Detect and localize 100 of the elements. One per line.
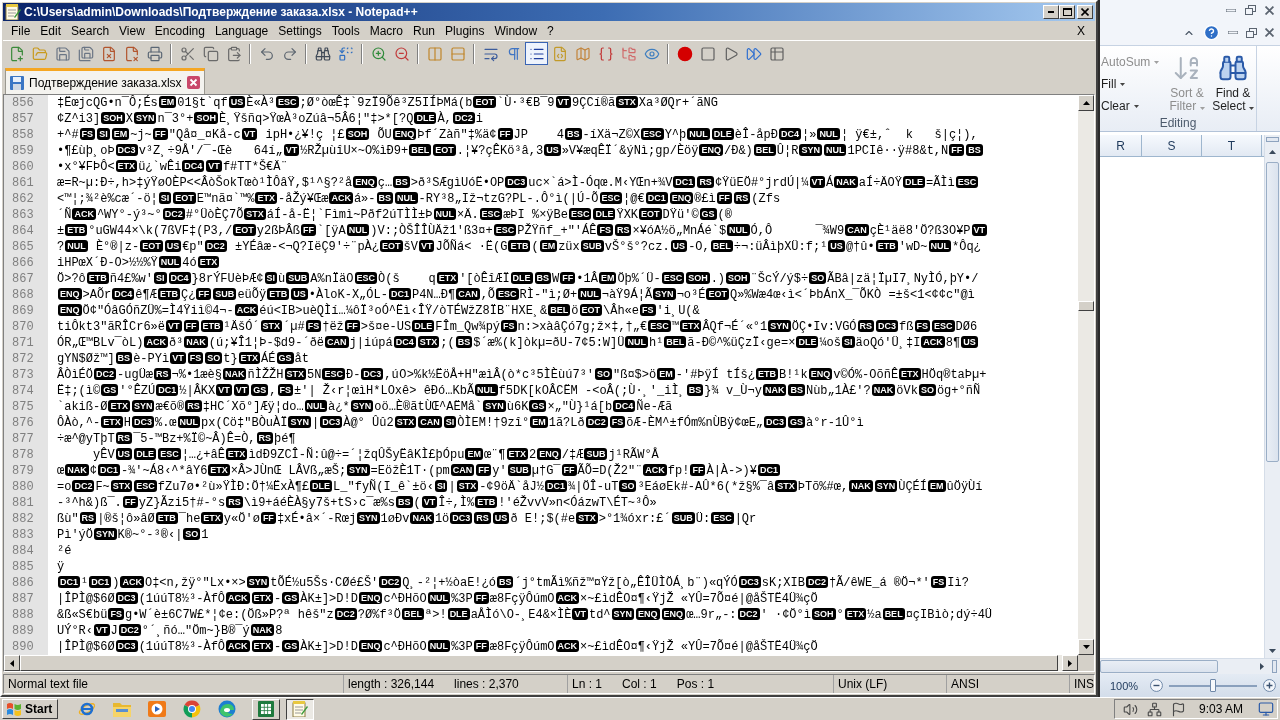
caret-icon xyxy=(1199,107,1205,110)
menu-item[interactable]: Encoding xyxy=(149,21,210,40)
flag-icon[interactable] xyxy=(1170,701,1186,717)
restore-button[interactable] xyxy=(1246,27,1257,38)
close-icon[interactable] xyxy=(186,76,200,89)
menu-item[interactable]: Edit xyxy=(35,21,67,40)
menu-item[interactable]: File xyxy=(6,21,36,40)
control-character: DC1 xyxy=(89,576,112,588)
code-text: À, xyxy=(437,112,452,126)
menu-item[interactable]: Run xyxy=(408,21,441,40)
control-character: ETX xyxy=(506,448,529,460)
code-text: ûÖÿÙí xyxy=(946,480,983,494)
menu-item[interactable]: ? xyxy=(542,21,559,40)
restore-button[interactable] xyxy=(1245,5,1256,15)
play-tile-icon[interactable] xyxy=(148,701,167,717)
zoom-slider-thumb[interactable] xyxy=(1210,678,1217,692)
code-text: Ü: xyxy=(695,512,711,526)
scroll-thumb[interactable] xyxy=(1100,660,1218,673)
split-handle[interactable] xyxy=(1266,137,1279,142)
maximize-button[interactable] xyxy=(1059,5,1075,19)
ribbon-button[interactable]: Clear xyxy=(1100,96,1164,116)
code-text: ÿ xyxy=(57,560,65,574)
column-header[interactable]: S xyxy=(1142,135,1202,156)
restore-icon xyxy=(1246,27,1257,38)
control-character: BS xyxy=(534,272,552,284)
control-character: ESC xyxy=(568,208,592,220)
control-character: RS xyxy=(115,432,133,444)
code-text: à°r-1Û°ì xyxy=(806,416,864,430)
code-text: >AÕr xyxy=(82,288,112,302)
menu-item[interactable]: Macro xyxy=(364,21,408,40)
toolbar-button[interactable] xyxy=(525,42,548,65)
code-text: 'i¸U(& xyxy=(656,304,700,318)
control-character: STX xyxy=(576,512,598,524)
menu-item[interactable]: Language xyxy=(209,21,274,40)
control-character: US xyxy=(492,512,510,524)
folder-icon[interactable] xyxy=(113,701,132,717)
control-character: SI xyxy=(842,336,855,348)
control-character: EOT xyxy=(233,224,256,236)
menu-item[interactable]: Settings xyxy=(273,21,327,40)
control-character: SI xyxy=(158,192,172,204)
code-text: >š¤e-US xyxy=(360,320,412,334)
code-text: f#TT*Š€Ä¨ xyxy=(222,160,288,174)
wave-logo-icon[interactable] xyxy=(218,700,237,718)
column-header[interactable]: R xyxy=(1100,135,1142,156)
menu-item[interactable]: Window xyxy=(489,21,543,40)
code-text: »V¥æqÊÏ´&ýNì;gp/Èöÿ xyxy=(561,144,699,158)
code-text: y2ßÞÂß xyxy=(256,224,300,238)
desktop-icon[interactable] xyxy=(1258,701,1274,717)
control-character: EM xyxy=(111,128,130,140)
code-text: A%nÏäO xyxy=(310,272,354,286)
folder-tree-icon xyxy=(620,45,637,62)
control-character: VT xyxy=(809,176,826,188)
column-header[interactable]: T xyxy=(1202,135,1262,156)
code-text: %3P xyxy=(451,592,473,606)
ribbon-button[interactable]: Find & Select xyxy=(1210,46,1256,116)
code-text: JP 4 xyxy=(513,128,564,142)
code-text: 8¶ xyxy=(945,336,961,350)
line-number: 878 xyxy=(11,447,35,463)
code-text: "Qå¤_¤Kå-c xyxy=(168,128,241,142)
control-character: SO xyxy=(918,384,936,396)
control-character: EOT xyxy=(639,208,662,220)
scroll-right-button[interactable] xyxy=(1062,655,1078,671)
scroll-up-button[interactable] xyxy=(1078,95,1094,111)
code-text: ÁÉ xyxy=(261,352,276,366)
control-character: SUB xyxy=(584,448,608,460)
scroll-down-button[interactable] xyxy=(1078,639,1094,655)
menu-item[interactable]: Plugins xyxy=(440,21,490,40)
code-text: /‡Æ xyxy=(561,448,584,462)
close-document-button[interactable]: X xyxy=(1072,21,1090,40)
menu-item[interactable]: Search xyxy=(66,21,115,40)
start-button[interactable]: Start xyxy=(2,699,59,719)
ribbon-button[interactable]: Fill xyxy=(1100,74,1164,94)
browser-icon[interactable] xyxy=(78,700,97,718)
speaker-icon[interactable] xyxy=(1122,701,1138,717)
control-character: SOH xyxy=(812,608,836,620)
zoom-out-icon[interactable] xyxy=(1150,679,1164,692)
control-character: DC2 xyxy=(204,240,227,252)
zoom-in-icon[interactable] xyxy=(1263,679,1276,692)
help-button[interactable] xyxy=(1203,24,1220,41)
scroll-thumb[interactable] xyxy=(1266,162,1279,462)
file-tab[interactable]: Подтверждение заказа.xlsx xyxy=(5,68,205,94)
caret-icon xyxy=(1248,107,1254,110)
control-character: ETB xyxy=(86,272,109,284)
control-character: BS xyxy=(376,192,394,204)
taskbar-window-button[interactable] xyxy=(286,698,315,720)
close-icon xyxy=(1265,28,1274,37)
menu-item[interactable]: Tools xyxy=(326,21,365,40)
code-text: DŸü'© xyxy=(662,208,699,222)
scroll-left-button[interactable] xyxy=(4,655,20,671)
circle-logo-icon[interactable] xyxy=(183,700,202,718)
split-handle[interactable] xyxy=(1272,660,1277,673)
network-icon[interactable] xyxy=(1146,701,1162,717)
control-character: NUL xyxy=(177,416,201,428)
control-character: DC2 xyxy=(72,480,95,492)
code-text: ^WY°-ý³~° xyxy=(96,208,162,222)
menu-item[interactable]: View xyxy=(114,21,150,40)
file-plus-icon xyxy=(8,45,25,62)
code-text: ±YÉâæ-<¬Q?IëÇ9'÷¨pÀ¿ xyxy=(233,240,379,254)
control-character: GS xyxy=(282,592,300,604)
control-character: US xyxy=(961,336,978,348)
